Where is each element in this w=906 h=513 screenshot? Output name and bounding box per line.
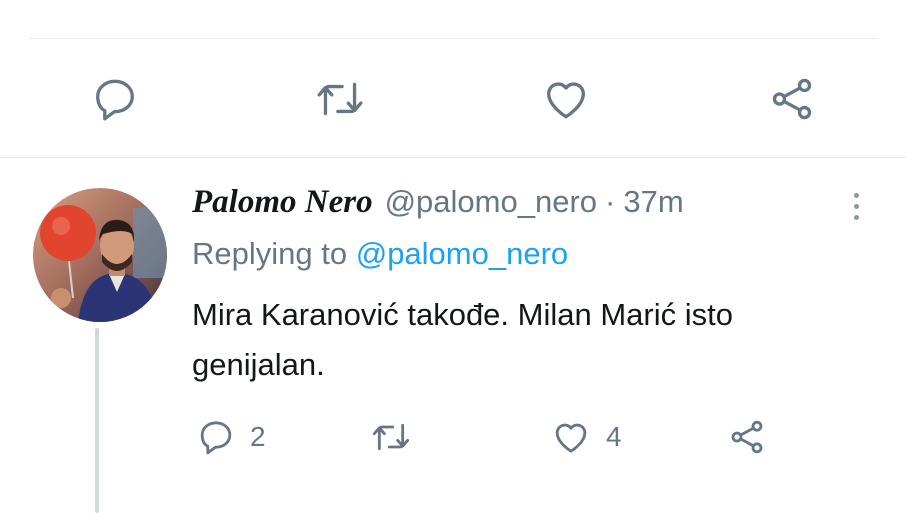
replying-prefix: Replying to bbox=[192, 236, 348, 271]
tweet-text-line: Mira Karanović takođe. Milan Marić isto bbox=[192, 297, 733, 332]
share-button[interactable] bbox=[726, 412, 768, 462]
reply-button[interactable]: 2 bbox=[196, 412, 266, 462]
tweet-header: Palomo Nero @palomo_nero · 37m bbox=[192, 184, 684, 232]
tweet-divider bbox=[0, 157, 906, 158]
header-separator: · bbox=[605, 184, 616, 219]
retweet-icon bbox=[317, 82, 363, 116]
retweet-icon bbox=[372, 423, 410, 451]
like-icon bbox=[555, 423, 587, 453]
more-dot bbox=[853, 192, 859, 198]
reply-count: 2 bbox=[250, 421, 266, 452]
share-icon bbox=[731, 420, 763, 454]
avatar[interactable] bbox=[33, 188, 167, 322]
more-dot bbox=[853, 214, 859, 220]
main-reply-button[interactable] bbox=[86, 70, 144, 128]
share-icon bbox=[772, 78, 812, 120]
like-button[interactable]: 4 bbox=[550, 412, 622, 462]
top-divider bbox=[30, 38, 878, 39]
avatar-photo bbox=[33, 188, 167, 322]
display-name[interactable]: Palomo Nero bbox=[192, 184, 373, 221]
more-dot bbox=[853, 203, 859, 209]
main-retweet-button[interactable] bbox=[311, 70, 369, 128]
main-like-button[interactable] bbox=[537, 70, 595, 128]
replying-to-link[interactable]: @palomo_nero bbox=[356, 236, 568, 271]
reply-icon bbox=[96, 79, 134, 121]
retweet-button[interactable] bbox=[368, 412, 428, 462]
thread-line bbox=[95, 328, 99, 513]
like-count: 4 bbox=[606, 421, 622, 452]
more-vertical-icon[interactable] bbox=[845, 186, 867, 226]
tweet-timestamp[interactable]: 37m bbox=[623, 184, 683, 220]
replying-to-line: Replying to @palomo_nero bbox=[192, 236, 568, 272]
tweet-text: Mira Karanović takođe. Milan Marić isto … bbox=[192, 290, 872, 390]
main-tweet-action-bar bbox=[0, 70, 906, 128]
reply-icon bbox=[200, 421, 232, 455]
like-icon bbox=[547, 82, 585, 119]
user-handle[interactable]: @palomo_nero bbox=[385, 184, 597, 220]
main-share-button[interactable] bbox=[763, 70, 821, 128]
reply-tweet-action-bar: 2 4 bbox=[190, 412, 830, 462]
tweet-text-line: genijalan. bbox=[192, 347, 325, 382]
